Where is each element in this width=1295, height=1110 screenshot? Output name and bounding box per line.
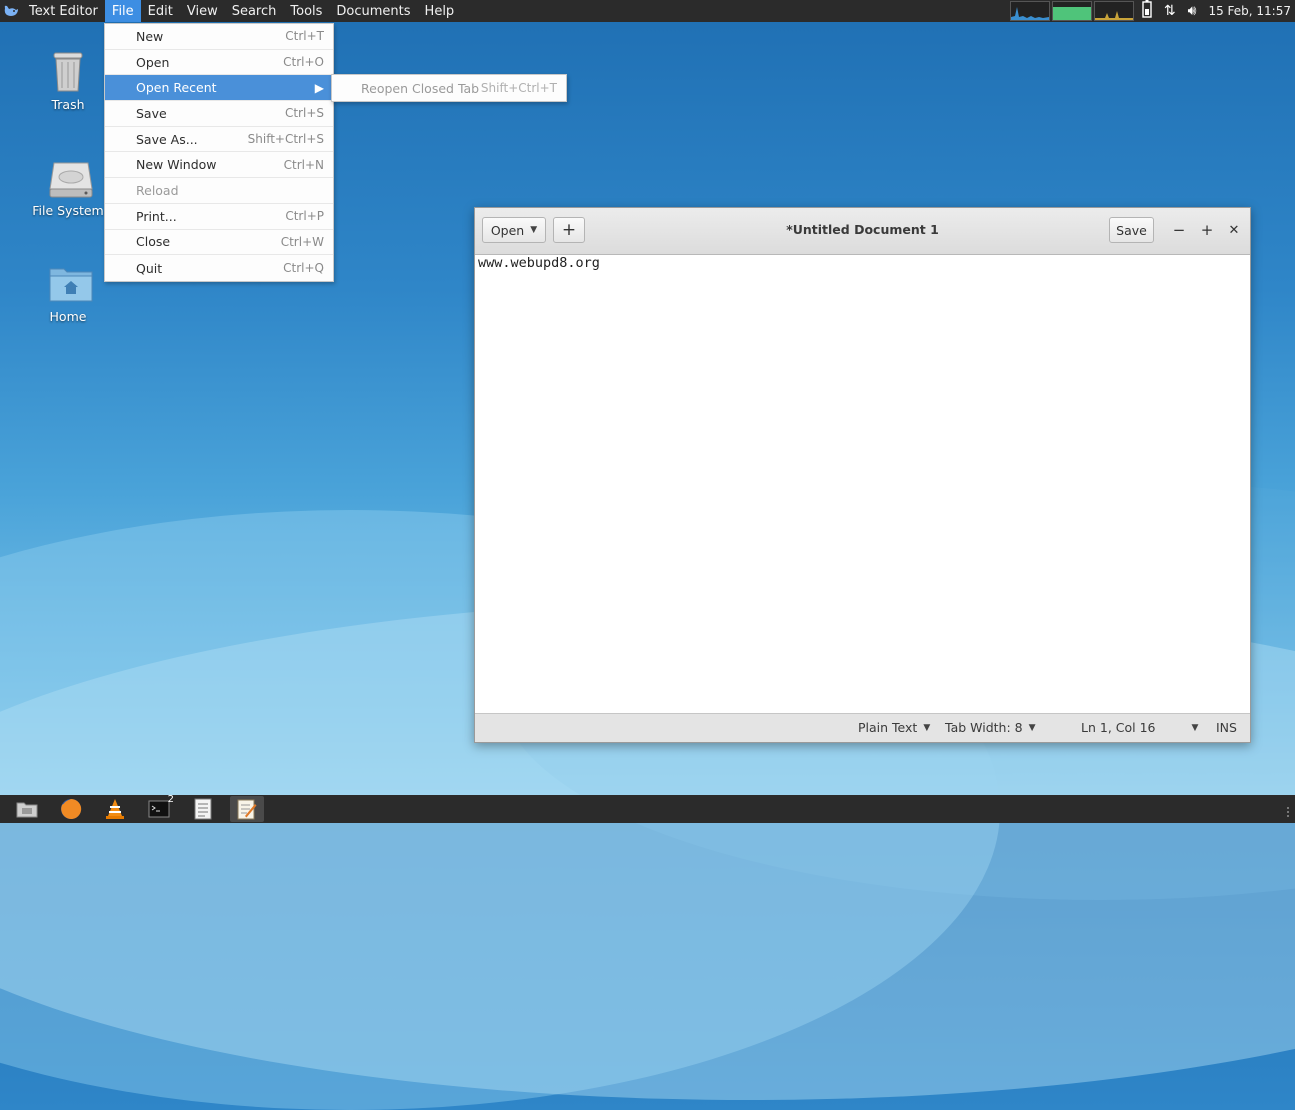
reopen-closed-tab-accel: Shift+Ctrl+T — [480, 81, 557, 95]
terminal-icon[interactable]: 2 — [142, 794, 176, 822]
minimize-icon[interactable]: − — [1168, 220, 1190, 240]
text-document-icon[interactable] — [186, 796, 220, 822]
language-label: Plain Text — [858, 720, 918, 735]
menu-item-accel: Ctrl+P — [285, 209, 324, 224]
menu-item-accel: Ctrl+N — [283, 157, 324, 172]
top-panel: Text Editor File Edit View Search Tools … — [0, 0, 1295, 22]
text-editor-window: Open ▼ + *Untitled Document 1 Save − + ✕… — [474, 207, 1251, 743]
xfce-menu-icon[interactable] — [0, 0, 22, 22]
desktop-icon-label: Home — [49, 309, 87, 324]
menu-item-label: Save As... — [136, 131, 198, 147]
menu-item-open[interactable]: Open Ctrl+O — [105, 50, 333, 76]
document-content[interactable]: www.webupd8.org — [478, 255, 600, 271]
menu-item-accel: Ctrl+T — [285, 29, 324, 44]
reopen-closed-tab-item: Reopen Closed Tab — [361, 80, 480, 96]
menu-item-label: New — [136, 28, 164, 44]
vlc-icon[interactable] — [98, 796, 132, 822]
menu-item-new[interactable]: New Ctrl+T — [105, 24, 333, 50]
cursor-position: Ln 1, Col 16 — [1081, 720, 1156, 735]
drive-icon — [48, 155, 93, 199]
desktop-icon-label: File System — [32, 203, 104, 218]
clock[interactable]: 15 Feb, 11:57 — [1208, 4, 1291, 18]
menu-help[interactable]: Help — [418, 0, 462, 22]
desktop-icon-home[interactable]: Home — [28, 261, 108, 324]
menu-item-label: Reload — [136, 182, 179, 198]
save-button[interactable]: Save — [1109, 217, 1154, 243]
maximize-icon[interactable]: + — [1196, 220, 1218, 240]
language-selector[interactable]: Plain Text ▼ — [858, 720, 930, 735]
firefox-icon[interactable] — [54, 796, 88, 822]
menu-item-label: Open — [136, 54, 170, 70]
trash-icon — [48, 49, 88, 93]
menu-item-accel: Ctrl+O — [283, 55, 324, 70]
menu-file[interactable]: File — [104, 0, 141, 22]
menu-item-label: Close — [136, 234, 171, 250]
menu-item-quit[interactable]: Quit Ctrl+Q — [105, 255, 333, 281]
menu-documents[interactable]: Documents — [329, 0, 417, 22]
app-name[interactable]: Text Editor — [22, 0, 105, 22]
menu-item-open-recent[interactable]: Open Recent ▶ — [105, 75, 333, 102]
volume-icon[interactable]: 🔊︎ — [1188, 3, 1197, 19]
battery-icon[interactable] — [1142, 0, 1152, 22]
header-bar: Open ▼ + *Untitled Document 1 Save − + ✕ — [475, 208, 1250, 255]
memory-graph[interactable] — [1051, 1, 1092, 21]
menu-item-label: Open Recent — [136, 80, 217, 96]
terminal-window-count: 2 — [167, 794, 174, 805]
open-recent-submenu: Reopen Closed Tab Shift+Ctrl+T — [331, 74, 567, 102]
menu-item-accel: Ctrl+S — [284, 106, 324, 121]
system-tray: ⇅ 🔊︎ 15 Feb, 11:57 — [1009, 0, 1295, 22]
chevron-down-icon: ▼ — [923, 722, 931, 733]
taskbar-handle[interactable] — [1279, 807, 1289, 817]
desktop-icon-label: Trash — [51, 97, 85, 112]
tab-width-label: Tab Width: 8 — [945, 720, 1023, 735]
menu-item-accel: Ctrl+Q — [283, 261, 324, 276]
network-graph[interactable] — [1093, 1, 1134, 21]
menu-view[interactable]: View — [180, 0, 225, 22]
desktop-icon-file-system[interactable]: File System — [28, 155, 108, 218]
menu-item-close[interactable]: Close Ctrl+W — [105, 230, 333, 256]
menu-item-accel: Ctrl+W — [280, 234, 324, 249]
insert-mode: INS — [1216, 720, 1237, 735]
menu-item-label: Print... — [136, 208, 177, 224]
home-folder-icon — [48, 261, 93, 305]
submenu-arrow-icon: ▶ — [314, 80, 324, 95]
network-updown-icon[interactable]: ⇅ — [1164, 3, 1176, 19]
menu-item-label: New Window — [136, 157, 217, 173]
menu-item-reload: Reload — [105, 178, 333, 204]
text-editor-icon[interactable] — [230, 796, 264, 822]
chevron-down-icon: ▼ — [1191, 722, 1199, 733]
chevron-down-icon: ▼ — [1028, 722, 1036, 733]
menu-item-accel: Shift+Ctrl+S — [247, 132, 324, 147]
menu-item-save[interactable]: Save Ctrl+S — [105, 101, 333, 127]
cursor-position-selector[interactable]: Ln 1, Col 16 ▼ — [1081, 720, 1198, 735]
menu-item-save-as[interactable]: Save As... Shift+Ctrl+S — [105, 127, 333, 153]
menu-item-label: Save — [136, 105, 167, 121]
menu-edit[interactable]: Edit — [141, 0, 180, 22]
desktop-icon-trash[interactable]: Trash — [28, 49, 108, 112]
close-icon[interactable]: ✕ — [1223, 220, 1245, 240]
tab-width-selector[interactable]: Tab Width: 8 ▼ — [945, 720, 1036, 735]
taskbar: 2 — [0, 794, 1295, 823]
text-area[interactable]: www.webupd8.org — [475, 255, 1250, 714]
menu-item-new-window[interactable]: New Window Ctrl+N — [105, 152, 333, 179]
file-manager-icon[interactable] — [10, 796, 44, 822]
file-menu: New Ctrl+T Open Ctrl+O Open Recent ▶ Save Ct… — [104, 23, 334, 282]
menu-search[interactable]: Search — [225, 0, 284, 22]
menu-item-label: Quit — [136, 260, 163, 276]
menu-item-print[interactable]: Print... Ctrl+P — [105, 204, 333, 230]
menu-tools[interactable]: Tools — [283, 0, 329, 22]
cpu-graph[interactable] — [1009, 1, 1050, 21]
status-bar: Plain Text ▼ Tab Width: 8 ▼ Ln 1, Col 16… — [475, 713, 1250, 742]
